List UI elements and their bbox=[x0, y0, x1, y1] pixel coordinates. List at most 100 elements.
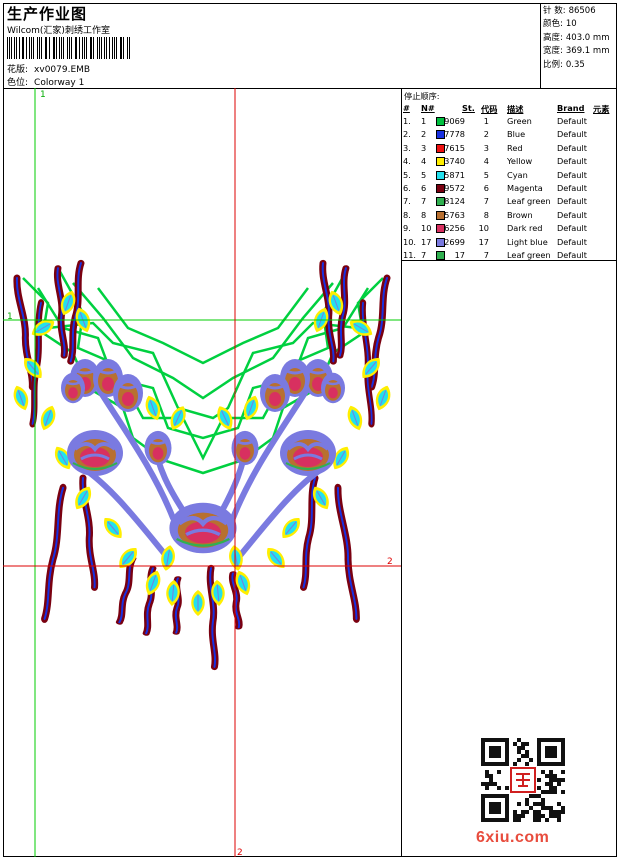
qr-module bbox=[489, 778, 493, 782]
barcode-bar bbox=[14, 37, 15, 59]
color-swatch bbox=[436, 157, 445, 167]
embroidery-preview: 1 1 2 2 bbox=[3, 88, 401, 857]
qr-module bbox=[517, 802, 521, 806]
qr-module bbox=[521, 742, 525, 746]
barcode-bar bbox=[29, 37, 31, 59]
qr-module bbox=[481, 798, 485, 802]
qr-module bbox=[549, 810, 553, 814]
qr-module bbox=[485, 786, 489, 790]
qr-module bbox=[561, 810, 565, 814]
qr-module bbox=[549, 762, 553, 766]
qr-module bbox=[561, 806, 565, 810]
needle-number: 6 bbox=[421, 183, 427, 193]
qr-module bbox=[561, 754, 565, 758]
stop-number: 7. bbox=[403, 196, 411, 207]
thread-description: Magenta bbox=[507, 183, 543, 193]
qr-module bbox=[497, 754, 501, 758]
qr-module bbox=[537, 750, 541, 754]
thread-code: 17 bbox=[478, 236, 489, 247]
qr-module bbox=[489, 802, 493, 806]
qr-module bbox=[549, 746, 553, 750]
barcode-bar bbox=[115, 37, 117, 59]
qr-module bbox=[489, 810, 493, 814]
qr-module bbox=[505, 810, 509, 814]
thread-description: Brown bbox=[507, 209, 533, 220]
qr-module bbox=[561, 738, 565, 742]
qr-module bbox=[525, 750, 529, 754]
qr-module bbox=[553, 738, 557, 742]
qr-module bbox=[517, 750, 521, 754]
color-table-row: 10. 17 12699 17 Light blue Default bbox=[402, 237, 617, 250]
stop-number: 5. bbox=[403, 169, 411, 180]
stitch-count: 9572 bbox=[444, 183, 465, 193]
qr-module bbox=[485, 794, 489, 798]
qr-module bbox=[481, 742, 485, 746]
barcode-bar bbox=[59, 37, 61, 59]
qr-module bbox=[561, 770, 565, 774]
stop-number: 6. bbox=[403, 183, 411, 193]
qr-module bbox=[525, 742, 529, 746]
qr-module bbox=[481, 758, 485, 762]
qr-module bbox=[553, 762, 557, 766]
thread-description: Dark red bbox=[507, 223, 543, 234]
header-divider bbox=[540, 3, 541, 88]
qr-module bbox=[545, 762, 549, 766]
colorway-value: Colorway 1 bbox=[34, 78, 85, 88]
sheet-title: 生产作业图 bbox=[7, 5, 88, 23]
qr-module bbox=[501, 738, 505, 742]
barcode-bar bbox=[123, 37, 124, 59]
qr-module bbox=[517, 818, 521, 822]
header-needle: N# bbox=[421, 103, 435, 113]
qr-module bbox=[557, 802, 561, 806]
qr-module bbox=[505, 802, 509, 806]
color-swatch bbox=[436, 130, 445, 140]
qr-module bbox=[489, 806, 493, 810]
qr-module bbox=[493, 738, 497, 742]
qr-module bbox=[537, 778, 541, 782]
barcode-bar bbox=[48, 37, 50, 59]
thread-code: 7 bbox=[483, 250, 489, 260]
qr-module bbox=[489, 762, 493, 766]
guide-top-label: 1 bbox=[40, 90, 46, 100]
stop-number: 4. bbox=[403, 156, 411, 167]
qr-module bbox=[505, 814, 509, 818]
stat-height: 高度: 403.0 mm bbox=[543, 32, 610, 43]
qr-module bbox=[549, 738, 553, 742]
qr-module bbox=[489, 774, 493, 778]
qr-module bbox=[529, 794, 533, 798]
color-swatch bbox=[436, 197, 445, 207]
header-stitches: St. bbox=[462, 103, 475, 113]
qr-module bbox=[521, 754, 525, 758]
qr-module bbox=[557, 778, 561, 782]
colorway-label: 色位: bbox=[7, 78, 29, 88]
thread-brand: Default bbox=[557, 116, 587, 126]
qr-module bbox=[553, 786, 557, 790]
qr-module bbox=[493, 806, 497, 810]
guide-right-label: 2 bbox=[387, 557, 393, 567]
stitch-count: 17 bbox=[454, 250, 465, 260]
qr-module bbox=[517, 738, 521, 742]
qr-module bbox=[481, 782, 485, 786]
qr-module bbox=[493, 802, 497, 806]
qr-module bbox=[533, 794, 537, 798]
color-swatch bbox=[436, 237, 445, 247]
qr-module bbox=[541, 802, 545, 806]
qr-module bbox=[481, 746, 485, 750]
color-swatch bbox=[436, 117, 445, 126]
header-element: 元素 bbox=[593, 104, 610, 114]
thread-code: 5 bbox=[483, 169, 489, 180]
qr-module bbox=[501, 794, 505, 798]
qr-module bbox=[513, 814, 517, 818]
qr-module bbox=[553, 774, 557, 778]
qr-module bbox=[497, 746, 501, 750]
qr-module bbox=[553, 750, 557, 754]
qr-module bbox=[481, 762, 485, 766]
thread-brand: Default bbox=[557, 196, 587, 207]
qr-module bbox=[521, 814, 525, 818]
qr-module bbox=[497, 786, 501, 790]
qr-module bbox=[549, 782, 553, 786]
qr-module bbox=[505, 746, 509, 750]
needle-number: 17 bbox=[421, 236, 432, 247]
qr-module bbox=[493, 746, 497, 750]
barcode-bar bbox=[126, 37, 128, 59]
